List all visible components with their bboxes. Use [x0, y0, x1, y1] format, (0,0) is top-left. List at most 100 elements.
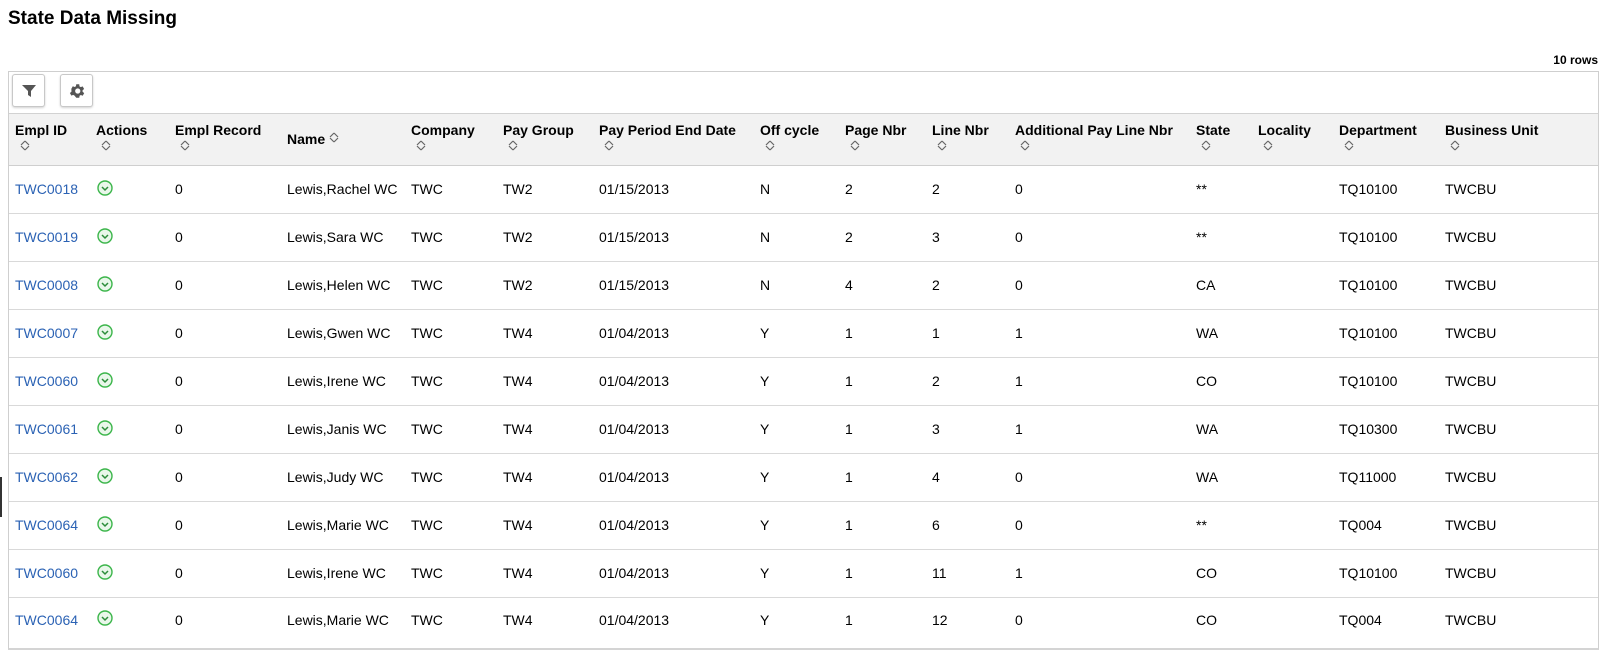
cell-department: TQ10100	[1333, 549, 1439, 598]
cell-pay-group: TW4	[497, 405, 593, 454]
actions-cell	[90, 597, 169, 642]
column-header-actions[interactable]: Actions	[90, 114, 169, 166]
actions-menu-icon[interactable]	[97, 563, 113, 580]
column-header-empl-id[interactable]: Empl ID	[9, 114, 90, 166]
table-row: TWC0019 0 Lewis,Sara WC TWC TW2 01/15/2013 N 2 3…	[9, 213, 1598, 262]
cell-empl-id[interactable]: TWC0060	[9, 549, 90, 598]
cell-company: TWC	[405, 309, 497, 358]
sort-icon[interactable]	[101, 138, 163, 155]
cell-department: TQ10100	[1333, 309, 1439, 358]
column-header-additional-pay-line-nbr[interactable]: Additional Pay Line Nbr	[1009, 114, 1190, 166]
actions-menu-icon[interactable]	[97, 610, 113, 626]
cell-empl-id[interactable]: TWC0064	[9, 501, 90, 550]
column-header-business-unit[interactable]: Business Unit	[1439, 114, 1598, 166]
cell-name: Lewis,Rachel WC	[281, 165, 405, 214]
cell-page-nbr: 1	[839, 549, 926, 598]
sort-icon[interactable]	[765, 138, 833, 155]
column-header-department[interactable]: Department	[1333, 114, 1439, 166]
cell-empl-id[interactable]: TWC0060	[9, 357, 90, 406]
cell-department: TQ10100	[1333, 165, 1439, 214]
actions-menu-icon[interactable]	[97, 419, 113, 436]
cell-department: TQ10300	[1333, 405, 1439, 454]
sort-icon[interactable]	[1020, 138, 1184, 155]
actions-cell	[90, 405, 169, 454]
cell-page-nbr: 2	[839, 165, 926, 214]
cell-line-nbr: 2	[926, 261, 1009, 310]
cell-name: Lewis,Irene WC	[281, 549, 405, 598]
column-header-state[interactable]: State	[1190, 114, 1252, 166]
sort-icon[interactable]	[1201, 138, 1246, 155]
column-header-line-nbr[interactable]: Line Nbr	[926, 114, 1009, 166]
cell-name: Lewis,Irene WC	[281, 357, 405, 406]
cell-empl-record: 0	[169, 453, 281, 502]
sort-icon[interactable]	[1344, 138, 1433, 155]
actions-menu-icon[interactable]	[97, 275, 113, 292]
filter-button[interactable]	[12, 74, 45, 107]
cell-page-nbr: 2	[839, 213, 926, 262]
sort-icon[interactable]	[20, 138, 84, 155]
column-header-company[interactable]: Company	[405, 114, 497, 166]
cell-pay-group: TW4	[497, 549, 593, 598]
sort-icon[interactable]	[1263, 138, 1327, 155]
cell-state: **	[1190, 165, 1252, 214]
cell-empl-id[interactable]: TWC0062	[9, 453, 90, 502]
sort-icon[interactable]	[850, 138, 920, 155]
cell-empl-id[interactable]: TWC0007	[9, 309, 90, 358]
sort-icon[interactable]	[937, 138, 1003, 155]
sort-icon[interactable]	[180, 138, 275, 155]
sort-icon[interactable]	[1450, 138, 1594, 155]
actions-cell	[90, 261, 169, 310]
sort-icon[interactable]	[416, 138, 491, 155]
cell-page-nbr: 4	[839, 261, 926, 310]
settings-button[interactable]	[60, 74, 93, 107]
actions-menu-icon[interactable]	[97, 227, 113, 244]
cell-add-line: 0	[1009, 261, 1190, 310]
cell-add-line: 1	[1009, 357, 1190, 406]
actions-menu-icon[interactable]	[97, 323, 113, 340]
cell-page-nbr: 1	[845, 611, 853, 628]
cell-pay-group: TW2	[497, 261, 593, 310]
sort-icon[interactable]	[604, 138, 748, 155]
cell-line-nbr: 3	[926, 405, 1009, 454]
cell-empl-id[interactable]: TWC0008	[9, 261, 90, 310]
cell-state: CO	[1196, 611, 1217, 628]
cell-end-date: 01/04/2013	[593, 453, 754, 502]
sort-icon[interactable]	[329, 130, 339, 147]
cell-off-cycle: Y	[754, 549, 839, 598]
state-data-table: Empl ID Actions Empl Record Name Company Pay …	[9, 114, 1598, 642]
actions-cell	[90, 309, 169, 358]
column-header-name[interactable]: Name	[281, 114, 405, 166]
cell-company: TWC	[405, 165, 497, 214]
column-header-locality[interactable]: Locality	[1252, 114, 1333, 166]
cell-locality	[1252, 261, 1333, 310]
column-header-off-cycle[interactable]: Off cycle	[754, 114, 839, 166]
table-row: TWC0061 0 Lewis,Janis WC TWC TW4 01/04/2013 Y 1…	[9, 405, 1598, 454]
cell-pay-group: TW2	[497, 213, 593, 262]
cell-empl-id[interactable]: TWC0018	[9, 165, 90, 214]
cell-empl-id[interactable]: TWC0061	[9, 405, 90, 454]
sort-icon[interactable]	[508, 138, 587, 155]
cell-end-date: 01/15/2013	[593, 213, 754, 262]
actions-menu-icon[interactable]	[97, 179, 113, 196]
cell-business-unit: TWCBU	[1439, 165, 1598, 214]
cell-end-date: 01/04/2013	[593, 549, 754, 598]
cell-state: CA	[1190, 261, 1252, 310]
cell-empl-id[interactable]: TWC0064	[9, 597, 90, 642]
column-header-label: Company	[411, 122, 475, 138]
actions-menu-icon[interactable]	[97, 371, 113, 388]
column-header-page-nbr[interactable]: Page Nbr	[839, 114, 926, 166]
cell-department: TQ11000	[1333, 453, 1439, 502]
cell-empl-id[interactable]: TWC0019	[9, 213, 90, 262]
cell-line-nbr: 4	[926, 453, 1009, 502]
actions-menu-icon[interactable]	[97, 467, 113, 484]
actions-menu-icon[interactable]	[97, 515, 113, 532]
cell-off-cycle: Y	[754, 357, 839, 406]
grid-toolbar	[9, 72, 1598, 114]
column-header-label: Locality	[1258, 122, 1311, 138]
table-row: TWC0007 0 Lewis,Gwen WC TWC TW4 01/04/2013 Y 1 1…	[9, 309, 1598, 358]
cell-pay-group: TW4	[497, 309, 593, 358]
column-header-pay-group[interactable]: Pay Group	[497, 114, 593, 166]
cell-add-line: 0	[1009, 453, 1190, 502]
column-header-pay-period-end-date[interactable]: Pay Period End Date	[593, 114, 754, 166]
column-header-empl-record[interactable]: Empl Record	[169, 114, 281, 166]
